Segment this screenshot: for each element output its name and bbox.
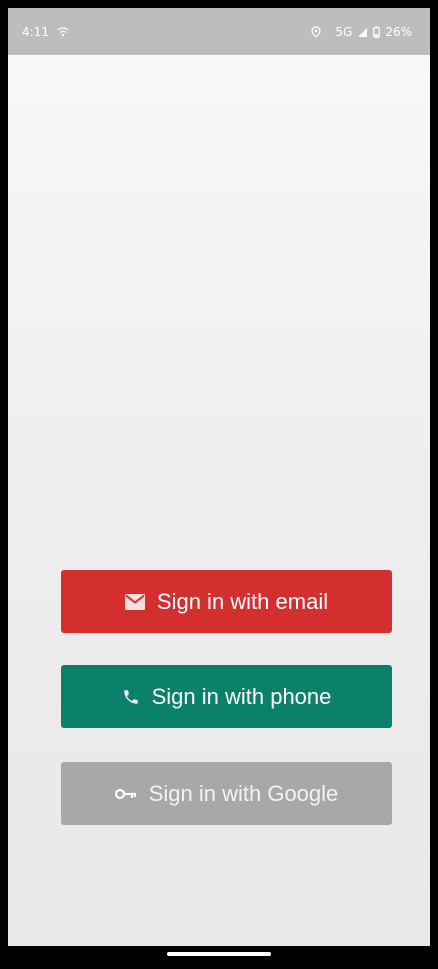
phone-icon <box>122 688 140 706</box>
app-screen: 4:11 5G 26% Sign in with email Sign in w… <box>8 8 430 946</box>
sign-in-phone-button[interactable]: Sign in with phone <box>61 665 392 728</box>
sign-in-google-label: Sign in with Google <box>148 780 339 806</box>
battery-icon <box>373 26 381 38</box>
phone-frame: 4:11 5G 26% Sign in with email Sign in w… <box>5 5 433 964</box>
email-icon <box>124 593 145 610</box>
battery-level: 26% <box>385 25 412 39</box>
network-label: 5G <box>335 25 353 39</box>
sign-in-phone-label: Sign in with phone <box>151 683 332 709</box>
signal-icon <box>357 27 368 38</box>
sign-in-email-label: Sign in with email <box>156 588 329 614</box>
sign-in-email-button[interactable]: Sign in with email <box>61 570 392 633</box>
key-icon <box>114 788 137 800</box>
status-time: 4:11 <box>22 25 49 39</box>
sign-in-google-button[interactable]: Sign in with Google <box>61 762 392 825</box>
home-gesture-handle[interactable] <box>167 952 271 956</box>
status-right: 5G 26% <box>311 25 412 39</box>
status-bar: 4:11 5G 26% <box>8 8 430 55</box>
navigation-bar <box>5 946 433 964</box>
wifi-icon <box>57 27 69 37</box>
location-icon <box>311 26 321 38</box>
status-left: 4:11 <box>22 25 69 39</box>
